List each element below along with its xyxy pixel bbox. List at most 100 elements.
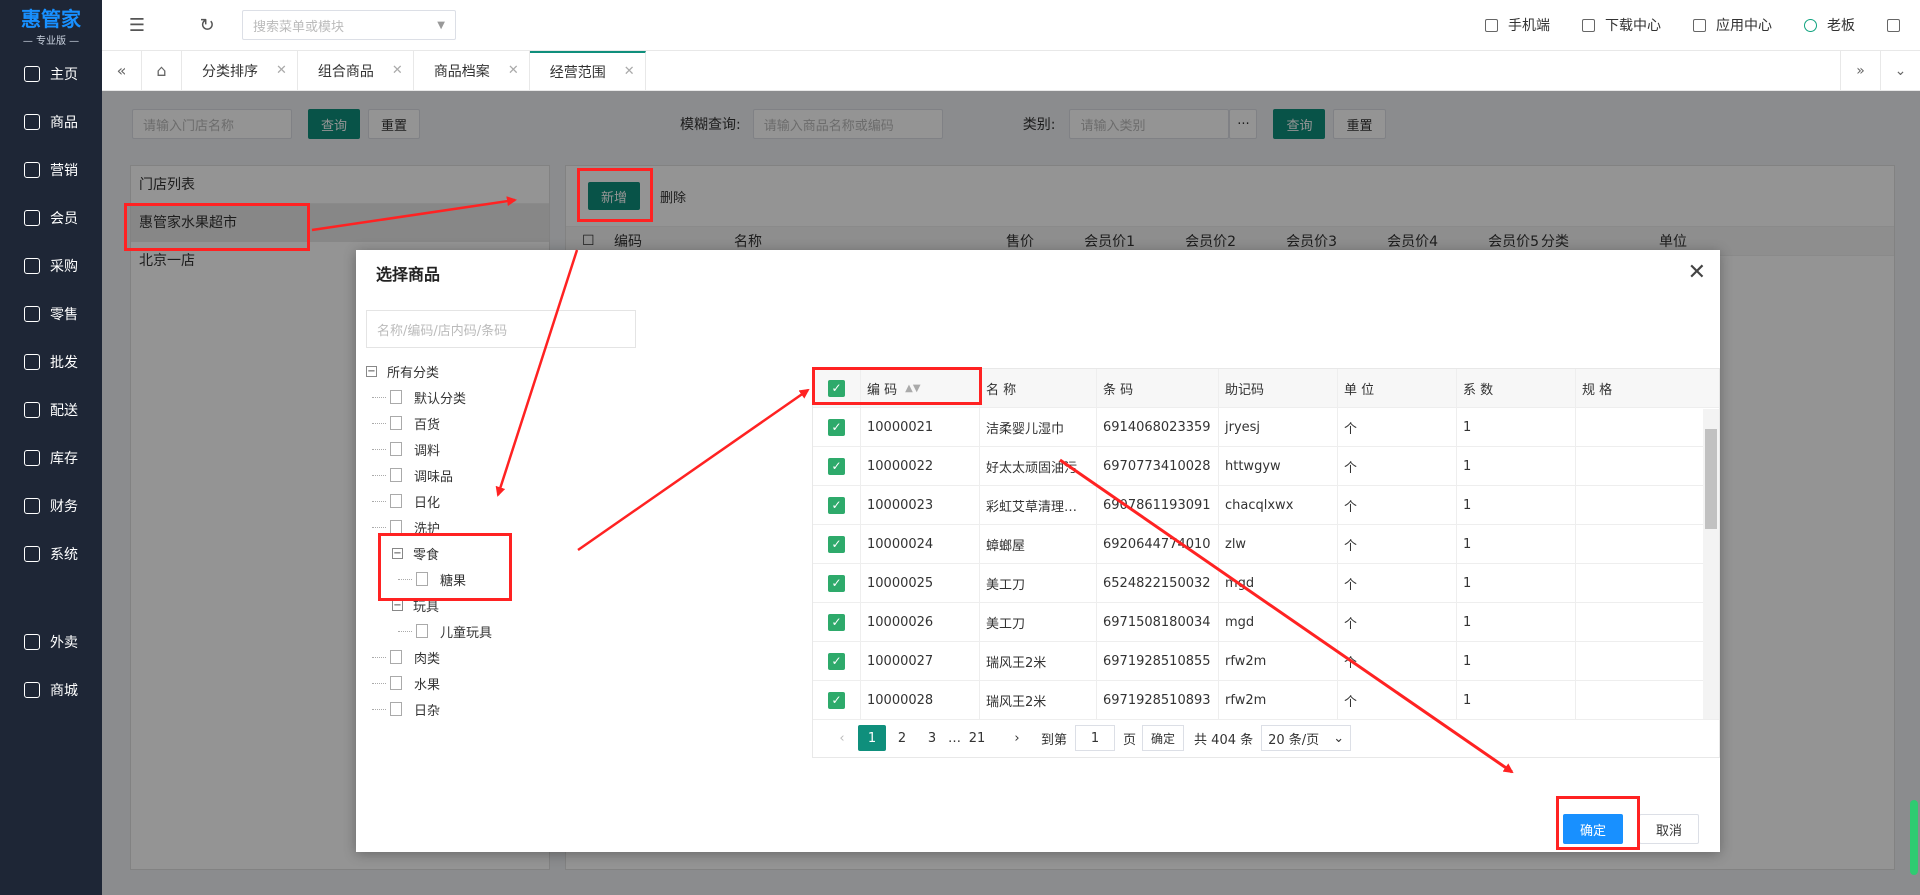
row-checkbox[interactable]: ✓ (828, 535, 845, 553)
row-checkbox[interactable]: ✓ (828, 418, 845, 436)
row-checkbox[interactable]: ✓ (828, 574, 845, 592)
tree-node[interactable]: 日杂 (366, 696, 666, 722)
table-row[interactable]: ✓ 10000024 蟑螂屋 6920644774010 zlw 个 1 (813, 525, 1719, 564)
tabs-scroll-right-icon[interactable]: » (1840, 51, 1880, 90)
col-spec: 规 格 (1582, 382, 1613, 398)
tree-node-toys[interactable]: − 玩具 (366, 592, 666, 618)
prev-page-icon[interactable]: ‹ (828, 725, 856, 751)
page-size-select[interactable]: 20 条/页 ⌄ (1261, 725, 1352, 751)
cell-barcode: 6907861193091 (1097, 486, 1219, 524)
goto-page-input[interactable]: 1 (1075, 725, 1116, 751)
close-icon[interactable]: ✕ (276, 63, 287, 78)
mobile-link[interactable]: 手机端 (1485, 15, 1550, 35)
sort-icon[interactable]: ▲▼ (905, 383, 920, 394)
nav-takeout[interactable]: 外卖 (0, 618, 102, 666)
row-checkbox[interactable]: ✓ (828, 652, 845, 670)
nav-purchase[interactable]: 采购 (0, 242, 102, 290)
goto-confirm-button[interactable]: 确定 (1142, 725, 1185, 751)
page-1[interactable]: 1 (858, 725, 886, 751)
nav-inventory[interactable]: 库存 (0, 434, 102, 482)
nav-retail[interactable]: 零售 (0, 290, 102, 338)
stack-icon (24, 354, 40, 370)
collapse-icon[interactable]: − (392, 599, 403, 611)
tab-goods-archive[interactable]: 商品档案 ✕ (414, 51, 530, 90)
modal-ok-button[interactable]: 确定 (1563, 814, 1623, 844)
tree-node[interactable]: 肉类 (366, 644, 666, 670)
nav-system[interactable]: 系统 (0, 530, 102, 578)
tree-node[interactable]: 水果 (366, 670, 666, 696)
modal-search-input[interactable]: 名称/编码/店内码/条码 (366, 310, 636, 348)
nav-marketing[interactable]: 营销 (0, 146, 102, 194)
cell-unit: 个 (1338, 564, 1457, 602)
table-row[interactable]: ✓ 10000021 洁柔婴儿湿巾 6914068023359 jryesj 个 1 (813, 408, 1719, 447)
user-menu[interactable]: 老板 (1804, 15, 1855, 35)
menu-search-select[interactable]: 搜索菜单或模块 ▼ (242, 10, 456, 40)
nav-mall[interactable]: 商城 (0, 666, 102, 714)
tree-line (398, 630, 412, 632)
col-name: 名 称 (980, 369, 1097, 407)
row-checkbox[interactable]: ✓ (828, 496, 845, 514)
app-center-link[interactable]: 应用中心 (1693, 15, 1772, 35)
row-checkbox[interactable]: ✓ (828, 457, 845, 475)
tree-node-candy[interactable]: 糖果 (366, 566, 666, 592)
logout-button[interactable] (1887, 18, 1900, 32)
menu-toggle-icon[interactable]: ☰ (102, 15, 172, 36)
nav-label: 库存 (50, 451, 78, 467)
tree-node[interactable]: 日化 (366, 488, 666, 514)
floating-scroll-indicator[interactable] (1910, 800, 1918, 875)
nav-wholesale[interactable]: 批发 (0, 338, 102, 386)
close-icon[interactable]: ✕ (508, 63, 519, 78)
close-icon[interactable]: ✕ (1688, 260, 1706, 285)
tree-node[interactable]: 默认分类 (366, 384, 666, 410)
nav-home[interactable]: 主页 (0, 50, 102, 98)
collapse-icon[interactable]: − (366, 365, 377, 377)
next-page-icon[interactable]: › (1003, 725, 1031, 751)
modal-cancel-button[interactable]: 取消 (1639, 814, 1699, 844)
row-checkbox[interactable]: ✓ (828, 691, 845, 709)
scrollbar-thumb[interactable] (1705, 429, 1717, 529)
close-icon[interactable]: ✕ (624, 64, 635, 79)
row-check-cell: ✓ (813, 642, 861, 680)
tree-node[interactable]: 调料 (366, 436, 666, 462)
nav-finance[interactable]: 财务 (0, 482, 102, 530)
grid-scrollbar[interactable] (1703, 409, 1719, 719)
home-tab-icon[interactable]: ⌂ (142, 51, 182, 90)
tree-node-snacks[interactable]: − 零食 (366, 540, 666, 566)
table-row[interactable]: ✓ 10000027 瑞风王2米 6971928510855 rfw2m 个 1 (813, 642, 1719, 681)
tab-business-scope[interactable]: 经营范围 ✕ (529, 51, 646, 90)
close-icon[interactable]: ✕ (392, 63, 403, 78)
table-row[interactable]: ✓ 10000028 瑞风王2米 6971928510893 rfw2m 个 1 (813, 681, 1719, 720)
col-code-header[interactable]: 编 码 ▲▼ (861, 369, 980, 407)
table-row[interactable]: ✓ 10000022 好太太顽固油污 6970773410028 httwgyw 个 1 (813, 447, 1719, 486)
tree-node[interactable]: 儿童玩具 (366, 618, 666, 644)
cell-spec (1576, 408, 1682, 446)
tabs-dropdown-icon[interactable]: ⌄ (1880, 51, 1920, 90)
table-row[interactable]: ✓ 10000025 美工刀 6524822150032 mgd 个 1 (813, 564, 1719, 603)
row-checkbox[interactable]: ✓ (828, 613, 845, 631)
collapse-icon[interactable]: − (392, 547, 403, 559)
tree-node[interactable]: 百货 (366, 410, 666, 436)
cell-mnemonic: mgd (1219, 603, 1338, 641)
tree-node[interactable]: 调味品 (366, 462, 666, 488)
tree-root[interactable]: − 所有分类 (366, 358, 666, 384)
refresh-icon[interactable]: ↻ (172, 15, 242, 36)
nav-goods[interactable]: 商品 (0, 98, 102, 146)
page-2[interactable]: 2 (888, 725, 916, 751)
col-factor: 系 数 (1457, 369, 1576, 407)
delivery-icon (24, 634, 40, 650)
table-row[interactable]: ✓ 10000026 美工刀 6971508180034 mgd 个 1 (813, 603, 1719, 642)
page-21[interactable]: 21 (963, 725, 991, 751)
tree-line (372, 448, 386, 450)
tree-node-label: 日化 (414, 495, 441, 511)
tree-node[interactable]: 洗护 (366, 514, 666, 540)
select-all-checkbox[interactable]: ✓ (828, 379, 845, 397)
tab-category-sort[interactable]: 分类排序 ✕ (182, 51, 298, 90)
nav-member[interactable]: 会员 (0, 194, 102, 242)
cell-spec (1576, 681, 1682, 719)
download-center-link[interactable]: 下载中心 (1582, 15, 1661, 35)
page-3[interactable]: 3 (918, 725, 946, 751)
nav-distribution[interactable]: 配送 (0, 386, 102, 434)
table-row[interactable]: ✓ 10000023 彩虹艾草清理… 6907861193091 chacqlxwx 个 1 (813, 486, 1719, 525)
tab-combo-goods[interactable]: 组合商品 ✕ (298, 51, 414, 90)
tabs-scroll-left-icon[interactable]: « (102, 51, 142, 90)
